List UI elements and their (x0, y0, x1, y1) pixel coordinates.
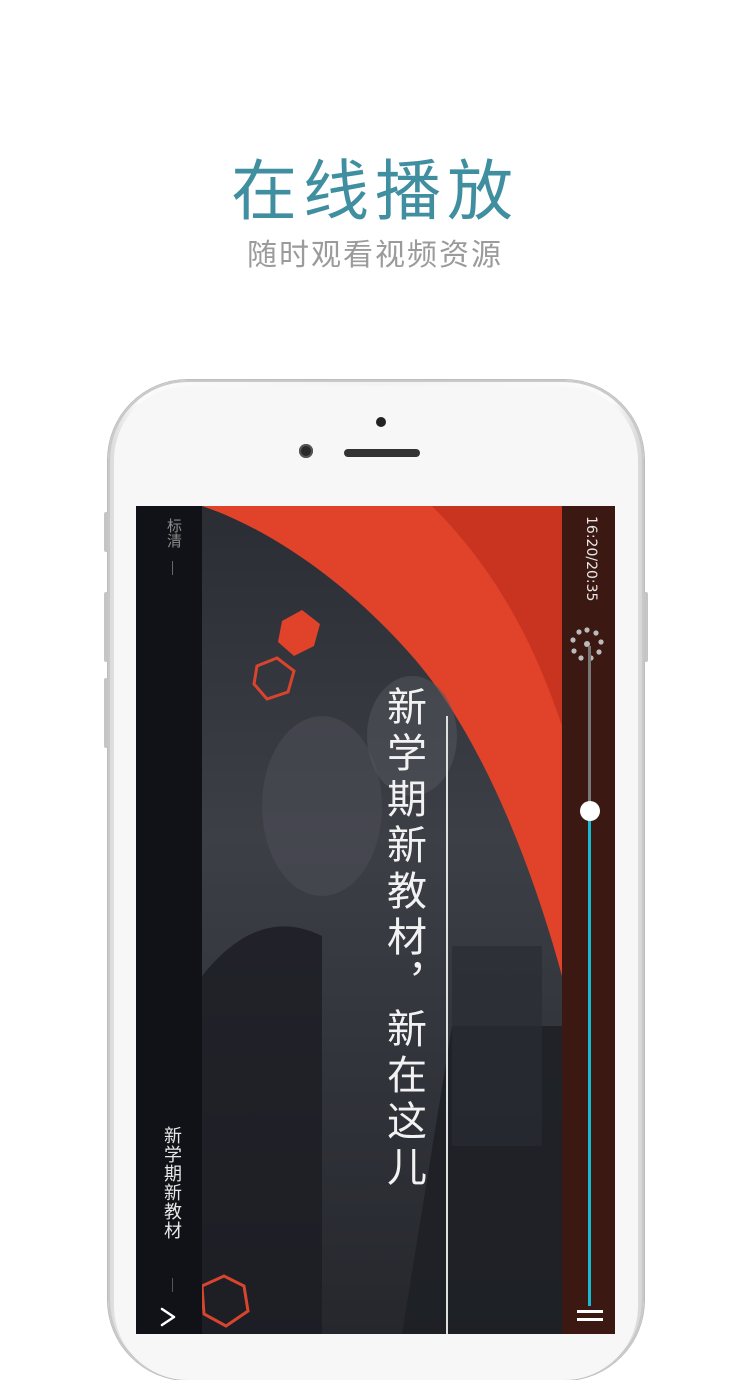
video-frame[interactable]: 新学期新教材，新在这儿 (202, 506, 562, 1334)
earpiece-speaker (344, 449, 420, 457)
video-player[interactable]: 标清 新学期新教材 新学期新教材，新在这儿 16:20/20:35 (136, 506, 615, 1334)
divider (172, 561, 173, 575)
player-right-bar: 16:20/20:35 (562, 506, 615, 1334)
quality-selector[interactable]: 标清 (164, 518, 185, 548)
promo-subline: 随时观看视频资源 (247, 238, 503, 273)
loading-icon (570, 627, 604, 661)
progress-fill (588, 811, 591, 1306)
video-title: 新学期新教材 (161, 1126, 182, 1240)
slogan-underline (446, 716, 448, 1334)
volume-down-button (104, 678, 108, 748)
progress-thumb[interactable] (580, 801, 600, 821)
volume-up-button (104, 592, 108, 662)
divider (172, 1278, 173, 1292)
front-camera (299, 444, 313, 458)
playback-time: 16:20/20:35 (583, 516, 599, 602)
chevron-down-icon[interactable] (158, 1306, 180, 1328)
promo-headline: 在线播放 (231, 153, 519, 230)
mute-switch (104, 512, 108, 552)
power-button (644, 592, 648, 662)
front-sensor (376, 417, 386, 427)
player-left-bar: 标清 新学期新教材 (136, 506, 202, 1334)
menu-icon[interactable] (577, 1308, 603, 1328)
video-slogan: 新学期新教材，新在这儿 (380, 686, 426, 1192)
